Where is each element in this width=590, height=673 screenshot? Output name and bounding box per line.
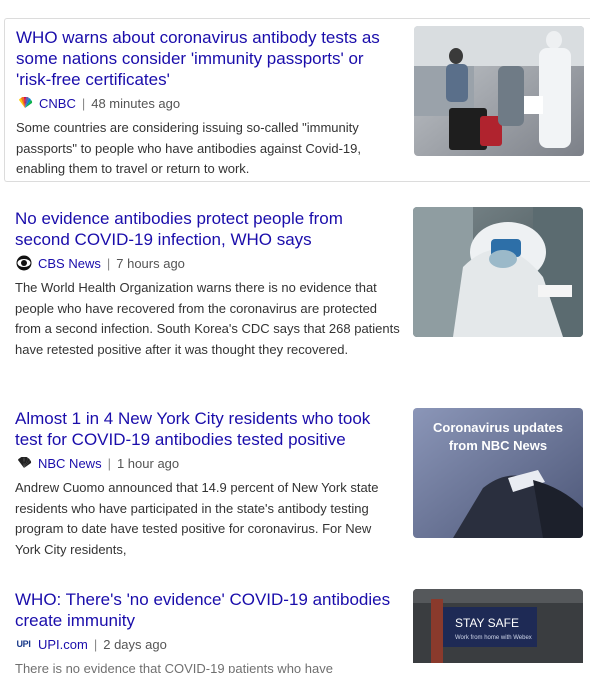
article-snippet: Andrew Cuomo announced that 14.9 percent…	[15, 480, 379, 557]
article-snippet: Some countries are considering issuing s…	[16, 120, 362, 176]
article-thumbnail[interactable]	[413, 207, 583, 337]
meta-separator: |	[93, 636, 98, 652]
upi-logo-text: UPI	[16, 639, 31, 649]
news-card[interactable]: Almost 1 in 4 New York City residents wh…	[4, 400, 590, 580]
meta-separator: |	[107, 455, 111, 471]
source-name[interactable]: UPI.com	[38, 637, 88, 652]
article-thumbnail[interactable]: STAY SAFE Work from home with Webex	[413, 589, 583, 663]
article-meta: NBC News | 1 hour ago	[15, 454, 400, 472]
meta-separator: |	[106, 255, 111, 271]
article-time: 2 days ago	[103, 636, 167, 652]
meta-separator: |	[81, 95, 86, 111]
cnbc-peacock-icon	[16, 96, 33, 110]
thumbnail-caption: STAY SAFE	[455, 616, 519, 630]
news-card[interactable]: WHO warns about coronavirus antibody tes…	[4, 18, 590, 182]
article-thumbnail[interactable]	[414, 26, 584, 156]
news-card[interactable]: WHO: There's 'no evidence' COVID-19 anti…	[4, 581, 590, 673]
source-name[interactable]: NBC News	[38, 456, 102, 471]
article-headline[interactable]: Almost 1 in 4 New York City residents wh…	[15, 408, 400, 450]
thumbnail-caption-line1: Coronavirus updates	[433, 420, 563, 435]
news-card[interactable]: No evidence antibodies protect people fr…	[4, 200, 590, 390]
article-meta: UPI UPI.com | 2 days ago	[15, 635, 400, 653]
article-headline[interactable]: WHO warns about coronavirus antibody tes…	[16, 27, 401, 90]
article-meta: CBS News | 7 hours ago	[15, 254, 400, 272]
article-snippet: The World Health Organization warns ther…	[15, 280, 400, 357]
source-name[interactable]: CBS News	[38, 256, 101, 271]
thumbnail-caption-line2: from NBC News	[449, 438, 547, 453]
article-thumbnail[interactable]: Coronavirus updates from NBC News	[413, 408, 583, 538]
source-name[interactable]: CNBC	[39, 96, 76, 111]
nbc-peacock-icon	[15, 456, 32, 470]
cbs-eye-icon	[15, 255, 32, 271]
article-meta: CNBC | 48 minutes ago	[16, 94, 401, 112]
thumbnail-subcaption: Work from home with Webex	[455, 635, 532, 641]
article-headline[interactable]: WHO: There's 'no evidence' COVID-19 anti…	[15, 589, 400, 631]
article-time: 7 hours ago	[116, 255, 185, 271]
article-headline[interactable]: No evidence antibodies protect people fr…	[15, 208, 400, 250]
article-snippet: There is no evidence that COVID-19 patie…	[15, 661, 333, 673]
upi-logo-icon: UPI	[15, 637, 32, 651]
article-time: 1 hour ago	[116, 455, 180, 471]
article-time: 48 minutes ago	[91, 95, 181, 111]
